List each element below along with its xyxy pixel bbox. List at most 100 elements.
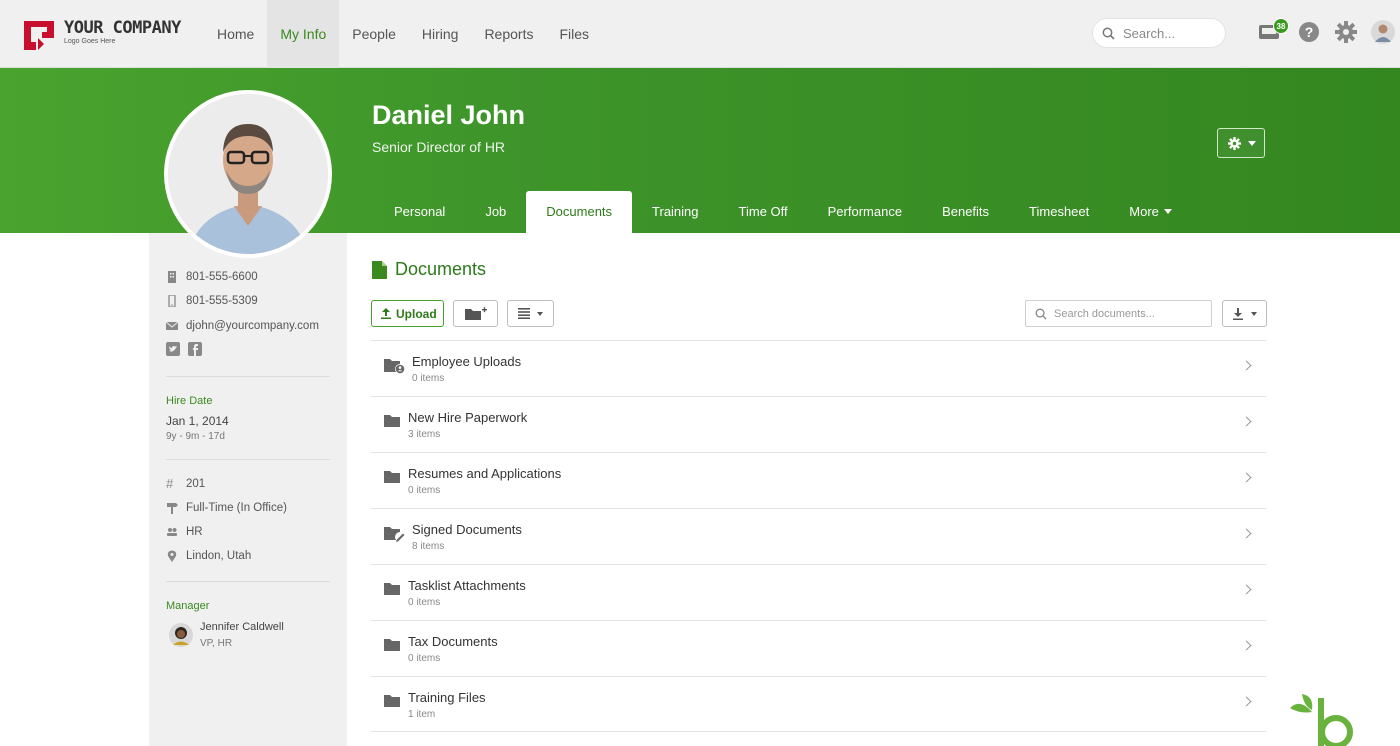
settings-gear-icon[interactable]: [1335, 21, 1357, 43]
map-pin-icon: [167, 550, 177, 562]
people-icon: [167, 528, 177, 536]
nav-my-info[interactable]: My Info: [267, 0, 340, 68]
nav-files[interactable]: Files: [546, 0, 602, 68]
chevron-right-icon: [1241, 416, 1252, 427]
sidebar-divider: [166, 376, 330, 377]
email[interactable]: djohn@yourcompany.com: [166, 320, 319, 332]
chevron-right-icon: [1241, 528, 1252, 539]
manager-label: Manager: [166, 600, 210, 612]
profile-tabs: Personal Job Documents Training Time Off…: [374, 191, 1192, 233]
folder-row[interactable]: Employee Uploads 0 items: [371, 340, 1266, 396]
employee-number: # 201: [166, 477, 206, 490]
sidebar-divider: [166, 581, 330, 582]
download-button[interactable]: [1222, 300, 1267, 327]
signpost-icon: [167, 503, 178, 514]
folder-name: Tax Documents: [408, 634, 498, 649]
main-nav: Home My Info People Hiring Reports Files: [204, 0, 602, 68]
employment-status-text: Full-Time (In Office): [186, 502, 287, 514]
manager-avatar[interactable]: [169, 623, 193, 647]
folder-signed-icon: [384, 527, 405, 542]
location: Lindon, Utah: [166, 550, 251, 562]
company-logo[interactable]: YOUR COMPANY Logo Goes Here: [22, 16, 182, 56]
list-icon: [518, 308, 530, 319]
tab-timesheet[interactable]: Timesheet: [1009, 191, 1109, 233]
employee-number-text: 201: [186, 478, 206, 490]
nav-reports[interactable]: Reports: [471, 0, 546, 68]
new-folder-button[interactable]: [453, 300, 498, 327]
document-search-input[interactable]: [1054, 306, 1204, 322]
folder-icon: [384, 471, 400, 483]
tab-training[interactable]: Training: [632, 191, 718, 233]
tab-performance[interactable]: Performance: [808, 191, 922, 233]
tab-personal[interactable]: Personal: [374, 191, 465, 233]
upload-label: Upload: [396, 307, 437, 321]
global-search[interactable]: [1092, 18, 1226, 48]
mobile-phone[interactable]: 801-555-5309: [166, 295, 258, 307]
folder-icon: [384, 695, 400, 707]
folder-icon: [384, 639, 400, 651]
folder-count: 0 items: [408, 653, 441, 664]
mobile-phone-icon: [168, 295, 176, 307]
download-icon: [1233, 308, 1243, 320]
view-options-button[interactable]: [507, 300, 554, 327]
upload-icon: [381, 308, 391, 319]
hire-date-label: Hire Date: [166, 395, 213, 407]
folder-count: 0 items: [408, 597, 441, 608]
folder-name: Resumes and Applications: [408, 466, 562, 481]
folder-count: 0 items: [408, 485, 441, 496]
nav-hiring[interactable]: Hiring: [409, 0, 472, 68]
document-icon: [372, 260, 387, 279]
folder-user-icon: [384, 359, 405, 374]
tab-benefits[interactable]: Benefits: [922, 191, 1009, 233]
manager-name[interactable]: Jennifer Caldwell: [200, 621, 284, 633]
folder-count: 3 items: [408, 429, 441, 440]
building-phone-icon: [168, 271, 176, 283]
folder-row[interactable]: Resumes and Applications 0 items: [371, 452, 1266, 508]
work-phone[interactable]: 801-555-6600: [166, 271, 258, 283]
chevron-right-icon: [1241, 360, 1252, 371]
profile-photo-image: [168, 94, 328, 254]
facebook-icon[interactable]: [188, 342, 202, 356]
folder-name: Signed Documents: [412, 522, 522, 537]
user-avatar-icon[interactable]: [1371, 20, 1395, 44]
tab-job[interactable]: Job: [465, 191, 526, 233]
employee-name: Daniel John: [372, 100, 526, 130]
tab-time-off[interactable]: Time Off: [719, 191, 808, 233]
manager-title: VP, HR: [200, 638, 233, 649]
documents-heading: Documents: [372, 259, 486, 280]
nav-home[interactable]: Home: [204, 0, 267, 68]
profile-actions-button[interactable]: [1217, 128, 1265, 158]
folder-list: Employee Uploads 0 items New Hire Paperw…: [371, 340, 1266, 732]
search-icon: [1035, 308, 1047, 320]
folder-name: New Hire Paperwork: [408, 410, 528, 425]
tab-more[interactable]: More: [1109, 191, 1192, 233]
folder-row[interactable]: Training Files 1 item: [371, 676, 1266, 732]
twitter-icon[interactable]: [166, 342, 180, 356]
top-nav-bar: YOUR COMPANY Logo Goes Here Home My Info…: [0, 0, 1400, 68]
folder-row[interactable]: New Hire Paperwork 3 items: [371, 396, 1266, 452]
department-text: HR: [186, 526, 203, 538]
nav-people[interactable]: People: [339, 0, 409, 68]
folder-count: 1 item: [408, 709, 436, 720]
folder-plus-icon: [465, 307, 487, 320]
folder-row[interactable]: Signed Documents 8 items: [371, 508, 1266, 564]
bamboohr-logo-icon: [1290, 694, 1353, 746]
global-search-input[interactable]: [1123, 24, 1219, 42]
upload-button[interactable]: Upload: [371, 300, 444, 327]
folder-icon: [384, 415, 400, 427]
hire-date-value: Jan 1, 2014: [166, 414, 229, 428]
folder-row[interactable]: Tax Documents 0 items: [371, 620, 1266, 676]
profile-photo: [164, 90, 332, 258]
folder-count: 8 items: [412, 541, 445, 552]
folder-name: Employee Uploads: [412, 354, 522, 369]
folder-row[interactable]: Tasklist Attachments 0 items: [371, 564, 1266, 620]
tab-documents[interactable]: Documents: [526, 191, 633, 233]
document-search[interactable]: [1025, 300, 1212, 327]
chevron-down-icon: [537, 312, 543, 316]
location-text: Lindon, Utah: [186, 550, 252, 562]
chevron-right-icon: [1241, 640, 1252, 651]
gear-icon: [1228, 137, 1241, 150]
help-icon[interactable]: ?: [1298, 21, 1320, 43]
documents-title: Documents: [395, 259, 487, 279]
sidebar-divider: [166, 459, 330, 460]
